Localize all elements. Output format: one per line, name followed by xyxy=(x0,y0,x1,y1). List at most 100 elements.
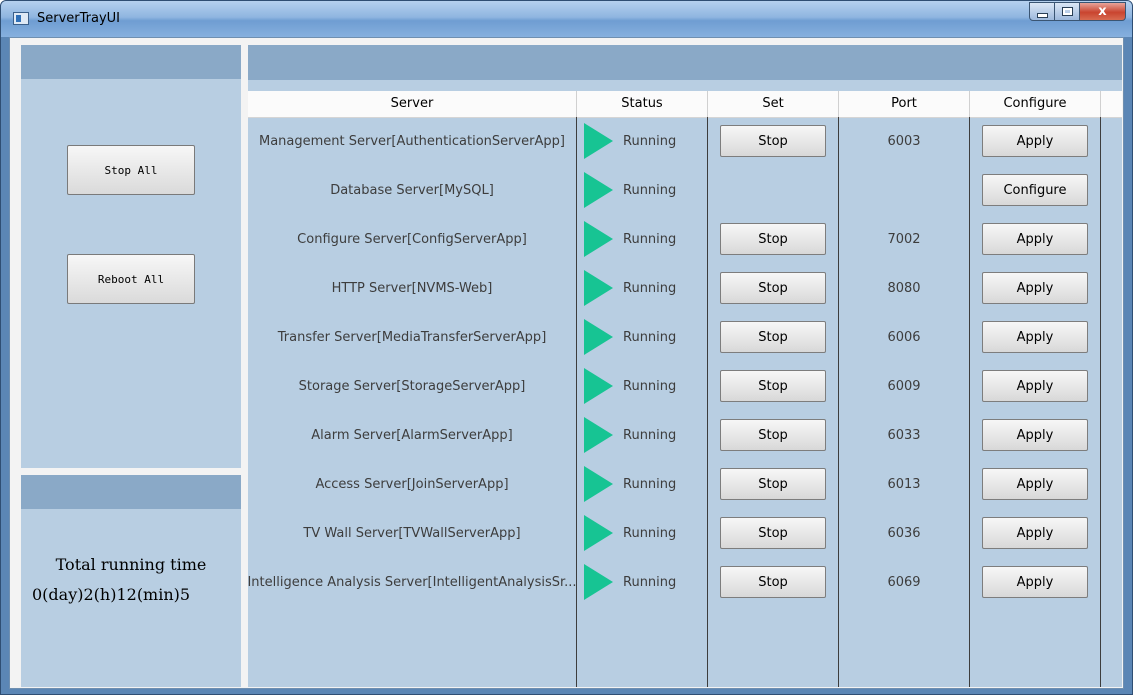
configure-cell: Apply xyxy=(970,464,1100,504)
status-text: Running xyxy=(623,476,677,492)
column-header-status[interactable]: Status xyxy=(577,91,708,117)
configure-cell: Apply xyxy=(970,219,1100,259)
close-button[interactable]: x xyxy=(1080,2,1126,21)
status-cell: Running xyxy=(577,317,707,357)
client-area: Stop All Reboot All Total running time 0… xyxy=(9,37,1124,689)
server-name: TV Wall Server[TVWallServerApp] xyxy=(303,525,521,541)
table-row: Alarm Server[AlarmServerApp] Running Stop 6… xyxy=(248,415,1122,455)
play-triangle-icon xyxy=(584,123,613,159)
stop-server-button[interactable]: Stop xyxy=(720,566,826,598)
play-triangle-icon xyxy=(584,270,613,306)
stop-server-button[interactable]: Stop xyxy=(720,517,826,549)
play-triangle-icon xyxy=(584,417,613,453)
table-row: Database Server[MySQL] Running Configure xyxy=(248,170,1122,210)
column-header-set[interactable]: Set xyxy=(708,91,839,117)
column-header-port[interactable]: Port xyxy=(839,91,970,117)
column-header-filler xyxy=(1101,91,1122,117)
stop-server-button[interactable]: Stop xyxy=(720,321,826,353)
stop-server-button[interactable]: Stop xyxy=(720,125,826,157)
status-cell: Running xyxy=(577,415,707,455)
maximize-button[interactable] xyxy=(1055,2,1080,21)
status-text: Running xyxy=(623,133,677,149)
window-title: ServerTrayUI xyxy=(37,11,121,26)
status-cell: Running xyxy=(577,170,707,210)
table-row: Intelligence Analysis Server[Intelligent… xyxy=(248,562,1122,602)
status-cell: Running xyxy=(577,513,707,553)
port-value: 6069 xyxy=(887,574,921,590)
apply-button[interactable]: Apply xyxy=(982,419,1088,451)
apply-button[interactable]: Apply xyxy=(982,321,1088,353)
runtime-label: Total running time xyxy=(55,555,207,574)
play-triangle-icon xyxy=(584,172,613,208)
server-panel: Server Status Set Port Configure Managem… xyxy=(248,45,1122,687)
status-text: Running xyxy=(623,182,677,198)
configure-cell: Apply xyxy=(970,317,1100,357)
apply-button[interactable]: Apply xyxy=(982,370,1088,402)
stop-server-button[interactable]: Stop xyxy=(720,370,826,402)
stop-server-button[interactable]: Stop xyxy=(720,223,826,255)
configure-cell: Apply xyxy=(970,366,1100,406)
status-text: Running xyxy=(623,231,677,247)
port-value: 6006 xyxy=(887,329,921,345)
apply-button[interactable]: Apply xyxy=(982,566,1088,598)
column-header-configure[interactable]: Configure xyxy=(970,91,1101,117)
play-triangle-icon xyxy=(584,515,613,551)
server-name: Configure Server[ConfigServerApp] xyxy=(297,231,527,247)
port-value: 7002 xyxy=(887,231,921,247)
server-name: Management Server[AuthenticationServerAp… xyxy=(258,133,565,149)
status-text: Running xyxy=(623,525,677,541)
play-triangle-icon xyxy=(584,319,613,355)
table-row: Configure Server[ConfigServerApp] Running… xyxy=(248,219,1122,259)
port-value: 8080 xyxy=(887,280,921,296)
port-value: 6036 xyxy=(887,525,921,541)
status-text: Running xyxy=(623,574,677,590)
configure-cell: Configure xyxy=(970,170,1100,210)
stop-all-button[interactable]: Stop All xyxy=(67,145,195,195)
stop-server-button[interactable]: Stop xyxy=(720,419,826,451)
status-cell: Running xyxy=(577,121,707,161)
configure-button[interactable]: Configure xyxy=(982,174,1088,206)
reboot-all-button[interactable]: Reboot All xyxy=(67,254,195,304)
status-cell: Running xyxy=(577,219,707,259)
table-row: Access Server[JoinServerApp] Running Stop 6… xyxy=(248,464,1122,504)
stop-server-button[interactable]: Stop xyxy=(720,468,826,500)
control-panel: Stop All Reboot All xyxy=(21,45,241,468)
apply-button[interactable]: Apply xyxy=(982,468,1088,500)
apply-button[interactable]: Apply xyxy=(982,517,1088,549)
minimize-icon xyxy=(1036,13,1048,18)
set-cell: Stop xyxy=(708,366,838,406)
minimize-button[interactable] xyxy=(1029,2,1055,21)
server-name: Access Server[JoinServerApp] xyxy=(315,476,509,492)
server-panel-header xyxy=(248,45,1122,80)
configure-cell: Apply xyxy=(970,268,1100,308)
table-row: Storage Server[StorageServerApp] Running S… xyxy=(248,366,1122,406)
apply-button[interactable]: Apply xyxy=(982,272,1088,304)
configure-cell: Apply xyxy=(970,562,1100,602)
stop-server-button[interactable]: Stop xyxy=(720,272,826,304)
play-triangle-icon xyxy=(584,221,613,257)
set-cell: Stop xyxy=(708,513,838,553)
set-cell xyxy=(708,170,838,210)
title-bar[interactable]: ServerTrayUI x xyxy=(1,1,1132,37)
table-row: Management Server[AuthenticationServerAp… xyxy=(248,121,1122,161)
configure-cell: Apply xyxy=(970,513,1100,553)
app-window: ServerTrayUI x Stop All Reboot All Total… xyxy=(0,0,1133,695)
set-cell: Stop xyxy=(708,219,838,259)
apply-button[interactable]: Apply xyxy=(982,125,1088,157)
set-cell: Stop xyxy=(708,415,838,455)
port-value: 6013 xyxy=(887,476,921,492)
column-header-server[interactable]: Server xyxy=(248,91,577,117)
play-triangle-icon xyxy=(584,466,613,502)
status-text: Running xyxy=(623,378,677,394)
runtime-value: 0(day)2(h)12(min)5 xyxy=(32,585,191,604)
server-name: Alarm Server[AlarmServerApp] xyxy=(311,427,513,443)
status-cell: Running xyxy=(577,464,707,504)
apply-button[interactable]: Apply xyxy=(982,223,1088,255)
runtime-panel-header xyxy=(21,475,241,509)
table-row: TV Wall Server[TVWallServerApp] Running St… xyxy=(248,513,1122,553)
port-value: 6033 xyxy=(887,427,921,443)
server-name: Transfer Server[MediaTransferServerApp] xyxy=(277,329,547,345)
status-text: Running xyxy=(623,329,677,345)
server-table: Server Status Set Port Configure Managem… xyxy=(248,91,1122,687)
runtime-panel: Total running time 0(day)2(h)12(min)5 xyxy=(21,475,241,687)
